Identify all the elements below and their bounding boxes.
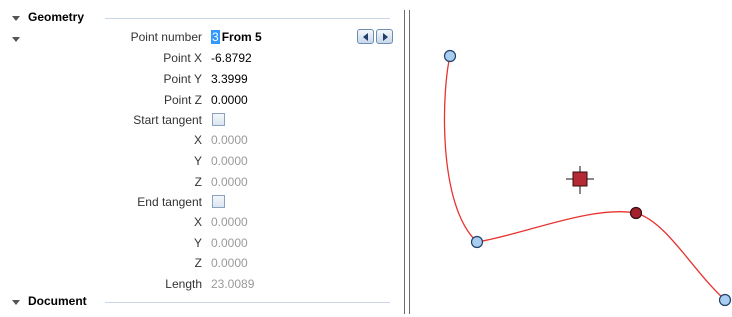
center-marker-square xyxy=(572,171,588,187)
point-x-row: Point X -6.8792 xyxy=(0,48,400,68)
point-y-field[interactable]: 3.3999 xyxy=(211,69,248,89)
length-label: Length xyxy=(165,277,202,291)
point-number-value[interactable]: 3 xyxy=(211,30,220,44)
previous-point-button[interactable] xyxy=(357,29,374,44)
arrow-right-icon xyxy=(383,33,388,41)
start-tangent-z-field: 0.0000 xyxy=(211,175,248,189)
point-navigator xyxy=(357,29,394,44)
start-tangent-z-label: Z xyxy=(194,175,202,189)
arrow-left-icon xyxy=(363,33,368,41)
start-tangent-z-row: Z 0.0000 xyxy=(0,172,400,192)
point-number-row: Point number 3 From 5 xyxy=(0,27,400,47)
end-tangent-y-label: Y xyxy=(193,236,202,250)
end-tangent-checkbox[interactable] xyxy=(212,195,225,208)
next-point-button[interactable] xyxy=(376,29,393,44)
point-number-label: Point number xyxy=(130,30,202,44)
point-z-label: Point Z xyxy=(163,93,202,107)
panel-splitter[interactable] xyxy=(403,10,411,314)
start-tangent-y-row: Y 0.0000 xyxy=(0,151,400,171)
geometry-section-title: Geometry xyxy=(28,10,85,24)
point-x-field[interactable]: -6.8792 xyxy=(211,48,252,68)
point-number-field[interactable]: 3 From 5 xyxy=(211,27,262,47)
end-tangent-row: End tangent xyxy=(0,192,400,212)
length-value: 23.0089 xyxy=(211,277,255,291)
end-tangent-z-label: Z xyxy=(194,256,202,270)
section-divider xyxy=(105,302,390,303)
end-tangent-y-field: 0.0000 xyxy=(211,236,248,250)
end-tangent-x-row: X 0.0000 xyxy=(0,212,400,232)
start-tangent-x-label: X xyxy=(193,133,202,147)
control-point-5[interactable] xyxy=(718,293,732,307)
start-tangent-checkbox[interactable] xyxy=(212,113,225,126)
collapse-triangle-icon[interactable] xyxy=(12,300,20,305)
point-x-label: Point X xyxy=(163,51,202,65)
end-tangent-z-field: 0.0000 xyxy=(211,256,248,270)
point-y-row: Point Y 3.3999 xyxy=(0,69,400,89)
properties-panel: Geometry Point number 3 From 5 Point X -6… xyxy=(0,0,403,314)
start-tangent-y-label: Y xyxy=(193,154,202,168)
splitter-line xyxy=(404,10,405,314)
drawing-canvas[interactable] xyxy=(412,0,732,314)
splitter-line xyxy=(409,10,410,314)
start-tangent-y-field: 0.0000 xyxy=(211,154,248,168)
end-tangent-label: End tangent xyxy=(137,195,202,209)
selected-control-point[interactable] xyxy=(629,206,643,220)
point-z-row: Point Z 0.0000 xyxy=(0,90,400,110)
center-marker[interactable] xyxy=(566,166,594,194)
end-tangent-z-row: Z 0.0000 xyxy=(0,253,400,273)
point-z-field[interactable]: 0.0000 xyxy=(211,90,248,110)
start-tangent-x-field: 0.0000 xyxy=(211,133,248,147)
document-section-header[interactable]: Document xyxy=(0,293,400,313)
point-y-label: Point Y xyxy=(163,72,202,86)
end-tangent-x-label: X xyxy=(193,215,202,229)
point-count-text: From 5 xyxy=(221,30,262,44)
section-divider xyxy=(105,18,390,19)
length-row: Length 23.0089 xyxy=(0,274,400,294)
collapse-triangle-icon[interactable] xyxy=(12,16,20,21)
spline-view[interactable] xyxy=(412,0,732,314)
control-point-2[interactable] xyxy=(470,235,484,249)
geometry-section-header[interactable]: Geometry xyxy=(0,9,400,29)
control-point-1[interactable] xyxy=(443,49,457,63)
document-section-title: Document xyxy=(28,294,87,308)
start-tangent-row: Start tangent xyxy=(0,110,400,130)
end-tangent-x-field: 0.0000 xyxy=(211,215,248,229)
end-tangent-y-row: Y 0.0000 xyxy=(0,233,400,253)
start-tangent-label: Start tangent xyxy=(133,113,202,127)
start-tangent-x-row: X 0.0000 xyxy=(0,130,400,150)
